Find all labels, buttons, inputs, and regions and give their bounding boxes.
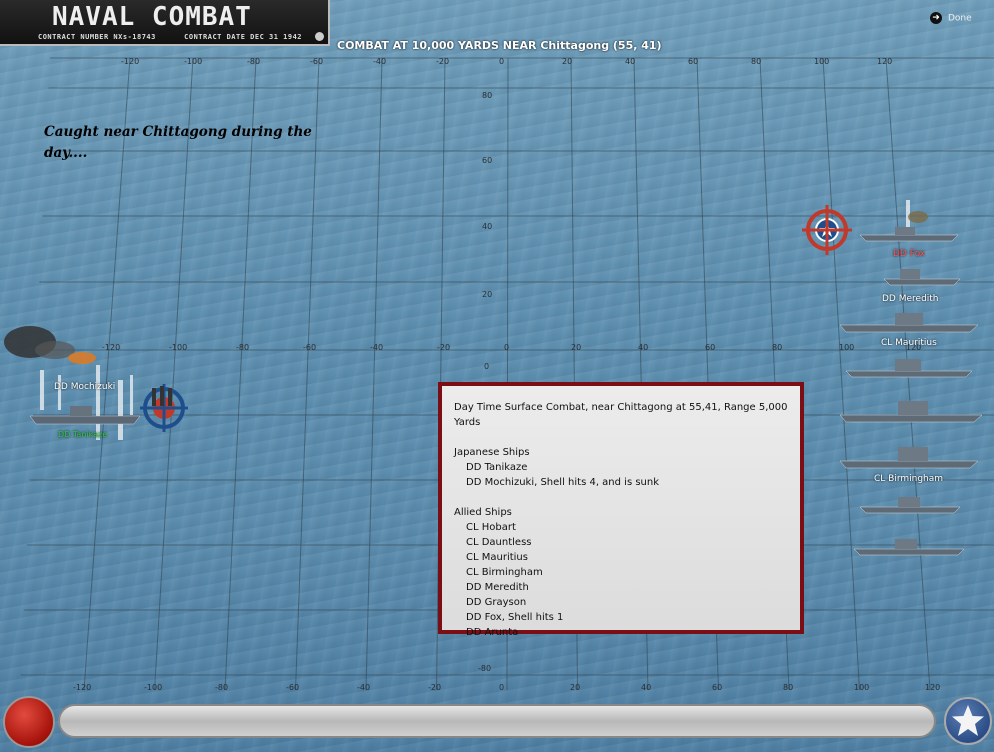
bottom-x-tick-label: 40 (641, 683, 651, 692)
screw-icon (315, 32, 324, 41)
bottom-x-tick-label: 120 (925, 683, 940, 692)
bottom-x-tick-label: 80 (783, 683, 793, 692)
mid-x-tick-label: -60 (303, 343, 316, 352)
top-x-tick-label: 120 (877, 57, 892, 66)
report-allied-ship: CL Birmingham (466, 567, 543, 578)
bottom-x-tick-label: -20 (428, 683, 441, 692)
ship-label-mauritius: CL Mauritius (881, 338, 937, 348)
top-x-tick-label: 100 (814, 57, 829, 66)
bottom-x-tick-label: -80 (215, 683, 228, 692)
ship-label-birmingham: CL Birmingham (874, 474, 944, 484)
y-tick-label: 20 (482, 290, 492, 299)
report-header: Day Time Surface Combat, near Chittagong… (454, 402, 788, 428)
report-allied-ship: CL Dauntless (466, 537, 532, 548)
bottom-x-tick-label: 0 (499, 683, 504, 692)
y-tick-label: 40 (482, 222, 492, 231)
naval-combat-logo: NAVAL COMBAT CONTRACT NUMBER NXs-18743 C… (0, 0, 330, 46)
grid-vertical-line (365, 57, 383, 691)
bottom-x-tick-label: 100 (854, 683, 869, 692)
report-allied-ship: CL Mauritius (466, 552, 528, 563)
bottom-x-tick-label: 20 (570, 683, 580, 692)
y-tick-label: 80 (482, 91, 492, 100)
y-tick-label: -80 (478, 664, 491, 673)
ship-label-fox: DD Fox (893, 249, 926, 259)
report-allied-ship: DD Fox, Shell hits 1 (466, 612, 564, 623)
mid-x-tick-label: 40 (638, 343, 648, 352)
y-tick-label: 0 (484, 362, 489, 371)
mid-x-tick-label: 20 (571, 343, 581, 352)
star-icon (952, 705, 984, 736)
bottom-x-tick-label: 60 (712, 683, 722, 692)
bottom-x-tick-label: -40 (357, 683, 370, 692)
report-allied-ship: DD Arunta (466, 627, 519, 638)
top-x-tick-label: 80 (751, 57, 761, 66)
top-x-tick-label: -120 (121, 57, 139, 66)
ship-label-tanikaze: DD Tanikaze (58, 430, 108, 439)
report-allied-ship: CL Hobart (466, 522, 516, 533)
mid-x-tick-label: -80 (236, 343, 249, 352)
report-allied-heading: Allied Ships (454, 507, 512, 518)
mid-x-tick-label: 0 (504, 343, 509, 352)
arrow-right-icon: ➜ (930, 12, 942, 24)
ship-label-mochizuki: DD Mochizuki (54, 382, 116, 392)
star-round-button[interactable] (944, 697, 992, 745)
top-x-tick-label: 40 (625, 57, 635, 66)
report-japanese-ship: DD Tanikaze (466, 462, 528, 473)
combat-report-panel: Day Time Surface Combat, near Chittagong… (438, 382, 804, 638)
top-x-tick-label: -100 (184, 57, 202, 66)
bottom-x-tick-label: -60 (286, 683, 299, 692)
logo-contract-number: CONTRACT NUMBER NXs-18743 (38, 33, 156, 41)
combat-caption: Caught near Chittagong during the day...… (44, 124, 312, 161)
fire-icon (68, 352, 96, 364)
mid-x-tick-label: 60 (705, 343, 715, 352)
top-x-tick-label: -80 (247, 57, 260, 66)
combat-title: COMBAT AT 10,000 YARDS NEAR Chittagong (… (337, 39, 662, 52)
top-x-tick-label: 60 (688, 57, 698, 66)
mid-x-tick-label: 80 (772, 343, 782, 352)
combat-progress-bar (58, 704, 936, 738)
done-button[interactable]: ➜ Done (930, 12, 972, 24)
logo-contract-date: CONTRACT DATE DEC 31 1942 (184, 33, 303, 41)
red-round-button[interactable] (3, 696, 55, 748)
bottom-x-tick-label: -120 (73, 683, 91, 692)
report-allied-ship: DD Meredith (466, 582, 529, 593)
ship-label-meredith: DD Meredith (882, 294, 939, 304)
report-japanese-heading: Japanese Ships (454, 447, 530, 458)
logo-contract-line: CONTRACT NUMBER NXs-18743 CONTRACT DATE … (38, 33, 302, 41)
mid-x-tick-label: -20 (437, 343, 450, 352)
top-x-tick-label: -40 (373, 57, 386, 66)
top-x-tick-label: 0 (499, 57, 504, 66)
y-tick-label: 60 (482, 156, 492, 165)
bottom-x-tick-label: -100 (144, 683, 162, 692)
report-allied-ship: DD Grayson (466, 597, 527, 608)
report-japanese-ship: DD Mochizuki, Shell hits 4, and is sunk (466, 477, 660, 488)
top-x-tick-label: 20 (562, 57, 572, 66)
logo-title: NAVAL COMBAT (52, 2, 252, 32)
done-label: Done (948, 13, 972, 24)
mid-x-tick-label: -40 (370, 343, 383, 352)
top-x-tick-label: -60 (310, 57, 323, 66)
top-x-tick-label: -20 (436, 57, 449, 66)
